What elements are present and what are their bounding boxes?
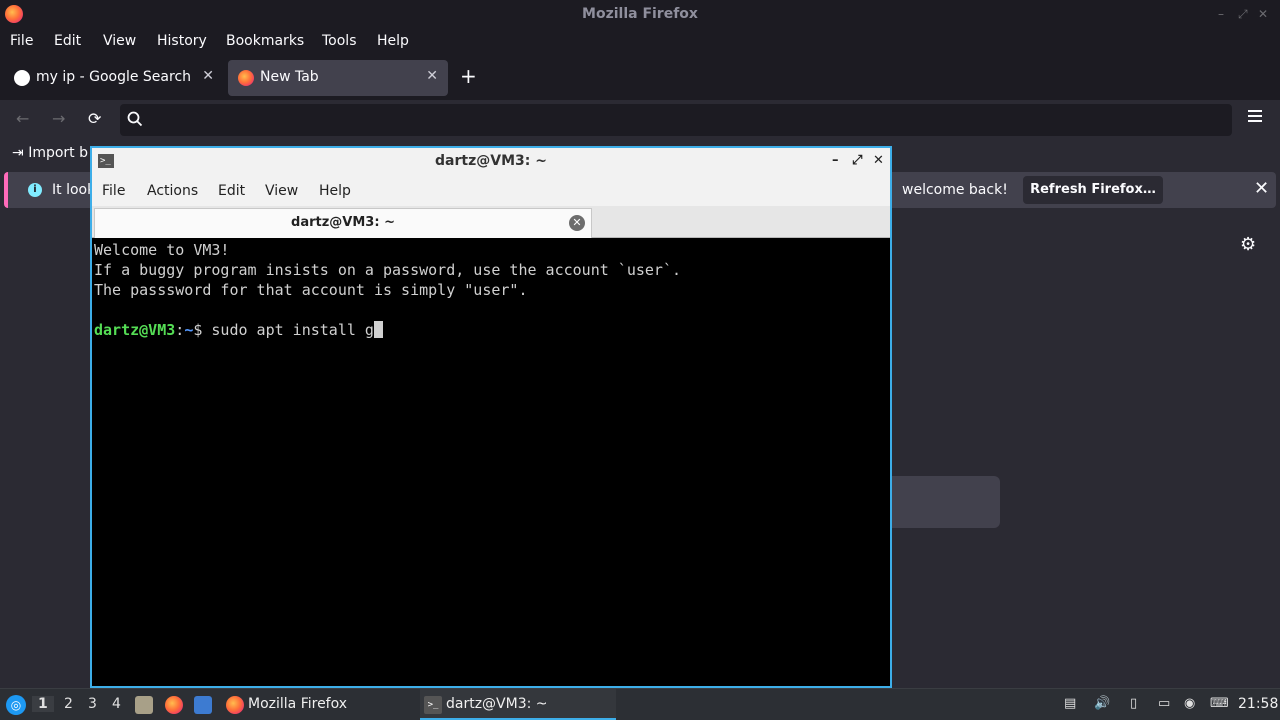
terminal-close-icon[interactable]: ✕ xyxy=(873,153,884,168)
start-menu-icon[interactable]: ◎ xyxy=(6,695,26,715)
window-title: Mozilla Firefox xyxy=(582,6,698,22)
prompt-path: ~ xyxy=(184,321,194,339)
menu-view[interactable]: View xyxy=(103,33,136,49)
workspace-2[interactable]: 2 xyxy=(64,696,73,712)
prompt-separator: : xyxy=(175,321,185,339)
menu-tools[interactable]: Tools xyxy=(322,33,357,49)
volume-icon[interactable]: 🔊 xyxy=(1094,696,1110,712)
terminal-output[interactable]: Welcome to VM3! If a buggy program insis… xyxy=(94,240,890,686)
newtab-search-box[interactable] xyxy=(880,476,1000,528)
terminal-line: Welcome to VM3! xyxy=(94,241,230,259)
terminal-tab-close-icon[interactable]: ✕ xyxy=(569,215,585,231)
notification-message-end: welcome back! xyxy=(902,182,1008,198)
prompt-user-host: dartz@VM3 xyxy=(94,321,176,339)
tab-new-tab[interactable]: New Tab ✕ xyxy=(228,60,448,96)
firefox-icon xyxy=(238,70,254,86)
workspace-4[interactable]: 4 xyxy=(112,696,121,712)
firefox-launcher-icon[interactable] xyxy=(165,696,183,714)
removable-drive-icon[interactable]: ▤ xyxy=(1064,696,1080,712)
forward-button[interactable]: → xyxy=(52,109,65,128)
terminal-minimize-icon[interactable]: – xyxy=(832,153,839,168)
import-bookmarks-label: Import b xyxy=(28,145,88,161)
terminal-maximize-icon[interactable]: ⤢ xyxy=(852,153,862,168)
terminal-menu-actions[interactable]: Actions xyxy=(147,183,198,199)
show-desktop-icon[interactable] xyxy=(194,696,212,714)
reload-button[interactable]: ⟳ xyxy=(88,109,101,128)
taskbar: ◎ 1 2 3 4 Mozilla Firefox >_ dartz@VM3: … xyxy=(0,688,1280,720)
terminal-prompt-line: dartz@VM3:~$ sudo apt install g xyxy=(94,320,890,340)
task-terminal[interactable]: >_ dartz@VM3: ~ xyxy=(420,689,616,720)
terminal-window: >_ dartz@VM3: ~ – ⤢ ✕ File Actions Edit … xyxy=(90,146,892,688)
terminal-menu-edit[interactable]: Edit xyxy=(218,183,245,199)
tab-close-icon[interactable]: ✕ xyxy=(426,68,438,84)
clock: 21:58 xyxy=(1238,696,1279,712)
task-firefox[interactable]: Mozilla Firefox xyxy=(222,689,412,720)
update-notification-icon[interactable]: ◉ xyxy=(1184,696,1200,712)
terminal-menu-file[interactable]: File xyxy=(102,183,125,199)
firefox-menubar: File Edit View History Bookmarks Tools H… xyxy=(0,28,1280,56)
tab-close-icon[interactable]: ✕ xyxy=(202,68,214,84)
url-input[interactable] xyxy=(154,108,1214,132)
command-input[interactable]: sudo apt install g xyxy=(211,321,374,339)
network-icon[interactable]: ▭ xyxy=(1158,696,1174,712)
import-bookmarks-button[interactable]: ⇥ Import b xyxy=(12,145,88,161)
terminal-titlebar[interactable]: >_ dartz@VM3: ~ – ⤢ ✕ xyxy=(92,148,890,176)
terminal-menu-view[interactable]: View xyxy=(265,183,298,199)
menu-bookmarks[interactable]: Bookmarks xyxy=(226,33,304,49)
google-icon xyxy=(14,70,30,86)
keyboard-icon[interactable]: ⌨ xyxy=(1210,696,1229,712)
terminal-menubar: File Actions Edit View Help xyxy=(92,176,890,206)
menu-edit[interactable]: Edit xyxy=(54,33,81,49)
new-tab-button[interactable]: + xyxy=(460,64,477,88)
refresh-firefox-button[interactable]: Refresh Firefox… xyxy=(1023,176,1163,204)
minimize-icon[interactable]: – xyxy=(1218,7,1224,21)
tab-label: my ip - Google Search xyxy=(36,69,192,85)
firefox-icon xyxy=(226,696,244,714)
close-icon[interactable]: ✕ xyxy=(1258,7,1268,21)
firefox-navbar: ← → ⟳ xyxy=(0,100,1280,140)
menu-history[interactable]: History xyxy=(157,33,207,49)
terminal-tab[interactable]: dartz@VM3: ~ ✕ xyxy=(94,208,592,238)
tab-google-search[interactable]: my ip - Google Search ✕ xyxy=(4,60,224,96)
workspace-3[interactable]: 3 xyxy=(88,696,97,712)
terminal-menu-help[interactable]: Help xyxy=(319,183,351,199)
settings-gear-icon[interactable]: ⚙ xyxy=(1240,234,1256,255)
task-label: dartz@VM3: ~ xyxy=(446,696,548,712)
clipboard-icon[interactable]: ▯ xyxy=(1130,696,1146,712)
maximize-icon[interactable]: ⤢ xyxy=(1238,7,1248,22)
info-icon: i xyxy=(28,183,42,197)
terminal-line: The passsword for that account is simply… xyxy=(94,281,528,299)
terminal-icon: >_ xyxy=(424,696,442,714)
text-cursor xyxy=(373,321,383,338)
file-manager-icon[interactable] xyxy=(135,696,153,714)
firefox-titlebar: Mozilla Firefox – ⤢ ✕ xyxy=(0,0,1280,28)
terminal-tab-title: dartz@VM3: ~ xyxy=(291,215,395,230)
back-button[interactable]: ← xyxy=(16,109,29,128)
url-bar[interactable] xyxy=(120,104,1232,136)
terminal-title: dartz@VM3: ~ xyxy=(435,153,547,169)
terminal-tabbar: dartz@VM3: ~ ✕ xyxy=(92,206,890,238)
hamburger-menu-icon[interactable] xyxy=(1248,110,1264,124)
workspace-1[interactable]: 1 xyxy=(32,696,54,712)
tab-label: New Tab xyxy=(260,69,319,85)
search-icon xyxy=(127,111,143,127)
task-label: Mozilla Firefox xyxy=(248,696,348,712)
terminal-line: If a buggy program insists on a password… xyxy=(94,261,681,279)
prompt-symbol: $ xyxy=(193,321,212,339)
menu-file[interactable]: File xyxy=(10,33,33,49)
notification-close-icon[interactable]: ✕ xyxy=(1254,178,1269,199)
firefox-tabbar: my ip - Google Search ✕ New Tab ✕ + xyxy=(0,56,1280,100)
menu-help[interactable]: Help xyxy=(377,33,409,49)
